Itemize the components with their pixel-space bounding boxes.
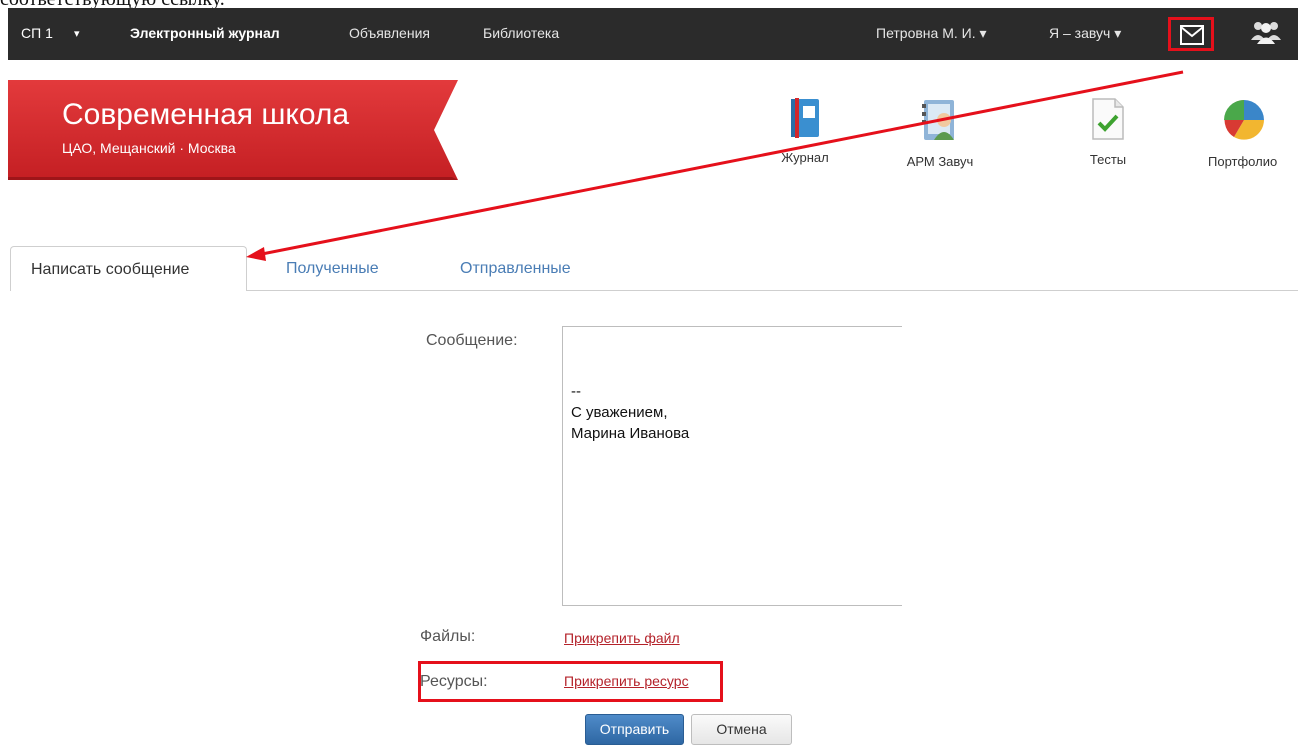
- app-tests[interactable]: Тесты: [1058, 98, 1158, 167]
- message-line: --: [571, 383, 581, 400]
- app-portfolio-label: Портфолио: [1208, 154, 1278, 169]
- role-menu[interactable]: Я – завуч ▾: [1049, 25, 1121, 42]
- tab-sent[interactable]: Отправленные: [460, 260, 571, 278]
- message-textarea[interactable]: -- С уважением, Марина Иванова: [562, 326, 902, 606]
- app-head-teacher-label: АРМ Завуч: [906, 154, 974, 169]
- message-line: С уважением,: [571, 404, 668, 421]
- tab-received[interactable]: Полученные: [286, 260, 379, 278]
- nav-announcements[interactable]: Объявления: [349, 25, 430, 41]
- user-menu[interactable]: Петровна М. И. ▾: [876, 25, 987, 42]
- messages-button[interactable]: [1168, 17, 1214, 51]
- resources-label: Ресурсы:: [420, 673, 488, 690]
- files-label: Файлы:: [420, 628, 476, 645]
- app-journal[interactable]: Журнал: [755, 98, 855, 165]
- message-label: Сообщение:: [426, 332, 518, 349]
- portfolio-pie-icon: [1224, 100, 1264, 140]
- tabs-divider: [247, 290, 1298, 291]
- sp-dropdown-caret-icon[interactable]: ▾: [74, 27, 80, 40]
- cancel-button[interactable]: Отмена: [691, 714, 792, 745]
- envelope-icon: [1180, 25, 1204, 45]
- school-name: Современная школа: [62, 98, 350, 131]
- app-tests-label: Тесты: [1089, 152, 1127, 167]
- users-group-icon[interactable]: [1250, 20, 1282, 44]
- sp-selector[interactable]: СП 1: [21, 25, 53, 41]
- head-teacher-icon: [922, 100, 954, 140]
- message-tabs: Написать сообщение Полученные Отправленн…: [0, 246, 1298, 292]
- journal-book-icon: [791, 98, 819, 138]
- send-button[interactable]: Отправить: [585, 714, 684, 745]
- attach-resource-link[interactable]: Прикрепить ресурс: [564, 673, 689, 689]
- tab-write-message[interactable]: Написать сообщение: [10, 246, 247, 291]
- app-portfolio[interactable]: Портфолио: [1198, 98, 1298, 169]
- nav-library[interactable]: Библиотека: [483, 25, 559, 41]
- school-location: ЦАО, Мещанский · Москва: [62, 140, 236, 156]
- app-journal-label: Журнал: [781, 150, 829, 165]
- app-head-teacher[interactable]: АРМ Завуч: [890, 98, 990, 169]
- message-line: Марина Иванова: [571, 425, 690, 442]
- nav-electronic-journal[interactable]: Электронный журнал: [130, 25, 280, 41]
- attach-file-link[interactable]: Прикрепить файл: [564, 630, 680, 646]
- tests-checkmark-icon: [1092, 98, 1124, 140]
- top-navigation-bar: СП 1 ▾ Электронный журнал Объявления Биб…: [8, 8, 1298, 60]
- clipped-document-text: соответствующую ссылку.: [0, 0, 225, 8]
